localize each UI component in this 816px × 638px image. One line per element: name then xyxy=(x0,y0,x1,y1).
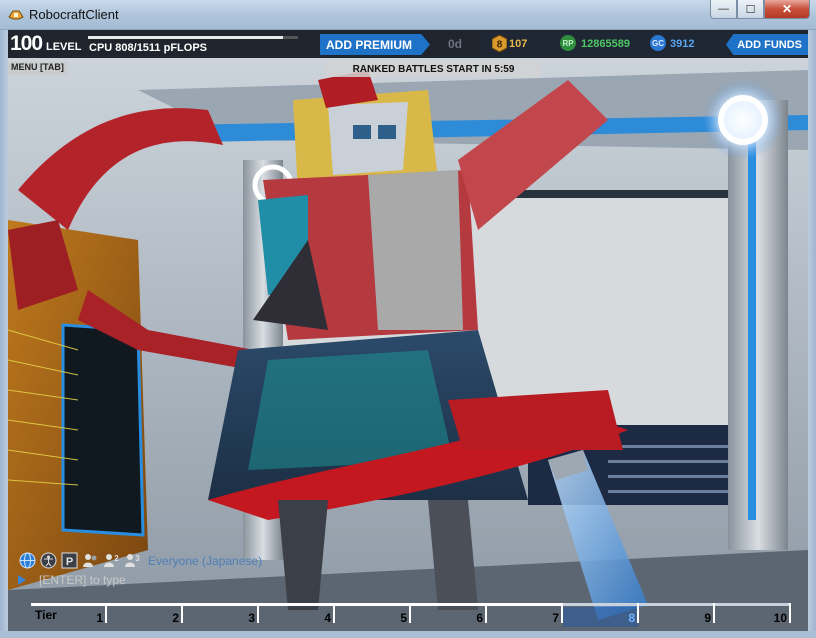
three-person-icon[interactable]: 3 xyxy=(123,551,141,569)
window-frame-right xyxy=(808,30,816,638)
two-person-icon[interactable]: 2 xyxy=(102,551,120,569)
level-label: LEVEL xyxy=(46,41,82,53)
tier-segment-1: 1 xyxy=(31,603,107,627)
close-icon: ✕ xyxy=(781,2,793,16)
premium-days-remaining: 0d xyxy=(448,37,463,51)
game-viewport[interactable]: 100 LEVEL CPU 808/1511 pFLOPS ADD PREMIU… xyxy=(8,30,808,631)
tier-number-label: 5 xyxy=(400,611,407,625)
minimize-button[interactable]: — xyxy=(710,0,737,19)
minimize-icon: — xyxy=(718,3,729,15)
tier-number-label: 8 xyxy=(628,611,635,625)
p-icon[interactable]: P xyxy=(60,551,78,569)
top-hud-bar: 100 LEVEL CPU 808/1511 pFLOPS ADD PREMIU… xyxy=(8,30,808,58)
tier-number-label: 9 xyxy=(704,611,711,625)
two-person-glyph: 2 xyxy=(114,554,119,563)
tier-number-label: 6 xyxy=(476,611,483,625)
tier-segment-8: 8 xyxy=(563,603,639,627)
chat-prompt-arrow-icon xyxy=(18,575,26,585)
globe-icon[interactable] xyxy=(18,551,36,569)
galaxy-coins-amount: 3912 xyxy=(670,38,695,50)
tier-badge-icon: 8 xyxy=(492,35,507,52)
party-icon[interactable] xyxy=(81,551,99,569)
galaxy-coins-icon: GC xyxy=(650,35,666,51)
menu-tab-button[interactable]: MENU [TAB] xyxy=(8,62,67,75)
maximize-icon: ☐ xyxy=(745,3,756,16)
ranked-battles-banner: RANKED BATTLES START IN 5:59 xyxy=(326,61,541,77)
xp-progress-fill xyxy=(88,36,284,39)
tier-track-fill xyxy=(31,603,563,606)
tier-segment-3: 3 xyxy=(183,603,259,627)
robits-icon: RP xyxy=(560,35,576,51)
tier-number-label: 4 xyxy=(324,611,331,625)
tier-number-label: 7 xyxy=(552,611,559,625)
garage-scene[interactable] xyxy=(8,30,808,631)
tier-progress-bar: Tier 1 2 3 4 5 6 7 8 9 10 xyxy=(31,600,791,627)
player-level: 100 xyxy=(10,32,43,55)
window-titlebar[interactable]: RobocraftClient — ☐ ✕ xyxy=(0,0,816,30)
tier-segment-6: 6 xyxy=(411,603,487,627)
tier-segment-4: 4 xyxy=(259,603,335,627)
tier-badge-digit: 8 xyxy=(497,40,503,51)
tier-segment-10: 10 xyxy=(715,603,791,627)
three-person-glyph: 3 xyxy=(135,554,140,563)
tier-value: 107 xyxy=(509,38,528,50)
window-frame-left xyxy=(0,30,8,638)
tier-tick xyxy=(789,603,791,623)
tier-number-label: 1 xyxy=(96,611,103,625)
tier-number-label: 3 xyxy=(248,611,255,625)
window-title: RobocraftClient xyxy=(29,7,119,22)
tier-segment-2: 2 xyxy=(107,603,183,627)
maximize-button[interactable]: ☐ xyxy=(737,0,764,19)
close-button[interactable]: ✕ xyxy=(764,0,810,19)
tier-segment-7: 7 xyxy=(487,603,563,627)
robocraft-app-icon xyxy=(8,10,24,20)
xp-progress-bar xyxy=(88,36,298,39)
chat-input[interactable]: [ENTER] to type xyxy=(14,572,314,589)
add-premium-button[interactable]: ADD PREMIUM xyxy=(320,34,430,55)
p-icon-glyph: P xyxy=(65,556,72,568)
chat-channel-icons: P 2 3 xyxy=(18,551,141,569)
chat-channel-label[interactable]: Everyone (Japanese) xyxy=(148,554,262,568)
chat-placeholder: [ENTER] to type xyxy=(39,573,126,587)
tier-segment-9: 9 xyxy=(639,603,715,627)
add-funds-button[interactable]: ADD FUNDS xyxy=(726,34,808,55)
cpu-usage: CPU 808/1511 pFLOPS xyxy=(89,42,207,54)
robits-amount: 12865589 xyxy=(581,38,630,50)
tier-number-label: 2 xyxy=(172,611,179,625)
window-frame-bottom xyxy=(0,631,816,638)
accessibility-icon[interactable] xyxy=(39,551,57,569)
tier-number-label: 10 xyxy=(773,611,787,625)
tier-segment-5: 5 xyxy=(335,603,411,627)
